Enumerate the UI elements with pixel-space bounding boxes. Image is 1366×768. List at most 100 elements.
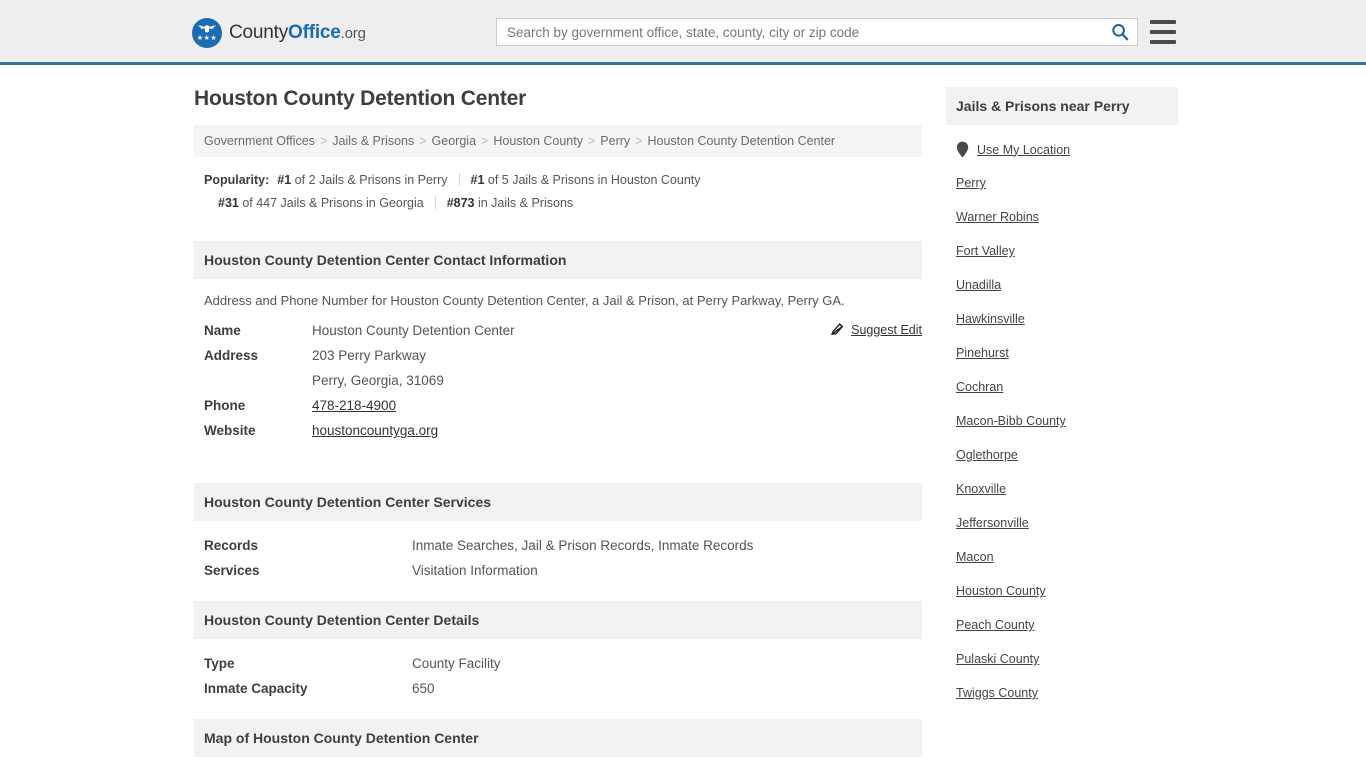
sidebar-link-13[interactable]: Peach County [956,618,1035,632]
breadcrumb-separator: > [319,134,328,148]
sidebar-link-list: Use My Location Perry Warner Robins Fort… [946,125,1178,710]
main-content: Houston County Detention Center Governme… [194,65,922,757]
sidebar-item-jeffersonville[interactable]: Jeffersonville [946,506,1178,540]
sidebar-item-warner-robins[interactable]: Warner Robins [946,200,1178,234]
breadcrumb-separator: > [419,134,427,148]
website-link[interactable]: houstoncountyga.org [312,423,438,438]
sidebar-item-peach-county[interactable]: Peach County [946,608,1178,642]
suggest-edit-link[interactable]: Suggest Edit [830,322,922,337]
contact-section-header: Houston County Detention Center Contact … [194,241,922,279]
map-pin-icon [956,141,969,158]
sidebar-item-unadilla[interactable]: Unadilla [946,268,1178,302]
sidebar-link-5[interactable]: Pinehurst [956,346,1009,360]
contact-value-city-state-zip: Perry, Georgia, 31069 [312,373,444,388]
services-row-records: Records Inmate Searches, Jail & Prison R… [204,533,912,558]
sidebar-link-6[interactable]: Cochran [956,380,1003,394]
hamburger-bar-1 [1150,20,1176,24]
contact-value-street: 203 Perry Parkway [312,348,427,363]
contact-value-name: Houston County Detention Center [312,323,515,338]
page-title: Houston County Detention Center [194,87,527,110]
breadcrumb-separator: > [481,134,489,148]
details-key-type: Type [204,656,235,671]
popularity-rest-3: in Jails & Prisons [474,196,574,210]
eagle-glyph [197,25,217,33]
popularity-divider [458,173,460,186]
sidebar-item-houston-county[interactable]: Houston County [946,574,1178,608]
sidebar-item-pulaski-county[interactable]: Pulaski County [946,642,1178,676]
breadcrumb-separator: > [635,134,643,148]
sidebar-link-2[interactable]: Fort Valley [956,244,1015,258]
breadcrumb-item-current: Houston County Detention Center [647,134,836,148]
services-value-services: Visitation Information [412,563,538,578]
search-input[interactable] [497,19,1103,45]
sidebar-item-use-my-location[interactable]: Use My Location [946,133,1178,166]
popularity-item-2: #31 of 447 Jails & Prisons in Georgia [218,196,424,210]
sidebar-link-15[interactable]: Twiggs County [956,686,1038,700]
contact-row-name: Name Houston County Detention Center [204,318,912,343]
site-header: ★★★ CountyOffice.org [0,0,1366,65]
services-value-records: Inmate Searches, Jail & Prison Records, … [412,538,754,553]
sidebar-item-fort-valley[interactable]: Fort Valley [946,234,1178,268]
brand-wordmark: CountyOffice.org [229,22,366,44]
sidebar-link-10[interactable]: Jeffersonville [956,516,1029,530]
eagle-stars-icon: ★★★ [192,18,222,48]
sidebar-item-knoxville[interactable]: Knoxville [946,472,1178,506]
details-row-capacity: Inmate Capacity 650 [204,676,912,701]
breadcrumb-item-4[interactable]: Perry [600,134,630,148]
sidebar-link-7[interactable]: Macon-Bibb County [956,414,1066,428]
sidebar-item-oglethorpe[interactable]: Oglethorpe [946,438,1178,472]
brand-text-office: Office [288,22,341,43]
site-logo-link[interactable]: ★★★ CountyOffice.org [192,18,366,48]
contact-value-website-wrap: houstoncountyga.org [312,423,438,438]
details-section-header: Houston County Detention Center Details [194,601,922,639]
sidebar-item-twiggs-county[interactable]: Twiggs County [946,676,1178,710]
services-detail-table: Records Inmate Searches, Jail & Prison R… [194,521,922,583]
breadcrumb-item-3[interactable]: Houston County [493,134,583,148]
hamburger-menu-button[interactable] [1150,20,1176,44]
sidebar-link-8[interactable]: Oglethorpe [956,448,1018,462]
services-section-header: Houston County Detention Center Services [194,483,922,521]
contact-key-name: Name [204,323,241,338]
use-my-location-link[interactable]: Use My Location [977,143,1070,157]
sidebar-link-4[interactable]: Hawkinsville [956,312,1025,326]
breadcrumb-item-2[interactable]: Georgia [432,134,476,148]
popularity-line-1: Popularity: #1 of 2 Jails & Prisons in Pe… [204,169,912,192]
sidebar-item-macon[interactable]: Macon [946,540,1178,574]
breadcrumb-item-0[interactable]: Government Offices [204,134,315,148]
sidebar-link-9[interactable]: Knoxville [956,482,1006,496]
popularity-item-1: #1 of 5 Jails & Prisons in Houston Count… [471,173,701,187]
details-row-type: Type County Facility [204,651,912,676]
brand-text-org: .org [340,25,366,42]
breadcrumb-item-1[interactable]: Jails & Prisons [332,134,414,148]
sidebar-link-11[interactable]: Macon [956,550,994,564]
phone-link[interactable]: 478-218-4900 [312,398,396,413]
popularity-line-2: #31 of 447 Jails & Prisons in Georgia #87… [204,192,912,215]
sidebar-link-12[interactable]: Houston County [956,584,1046,598]
map-section-header: Map of Houston County Detention Center [194,719,922,757]
sidebar-item-hawkinsville[interactable]: Hawkinsville [946,302,1178,336]
sidebar-item-perry[interactable]: Perry [946,166,1178,200]
edit-pencil-icon [831,323,844,336]
sidebar-link-1[interactable]: Warner Robins [956,210,1039,224]
logo-stars: ★★★ [196,35,218,42]
services-key-services: Services [204,563,260,578]
sidebar-link-3[interactable]: Unadilla [956,278,1001,292]
popularity-divider [434,196,436,209]
services-key-records: Records [204,538,259,553]
search-icon [1112,24,1129,41]
details-key-capacity: Inmate Capacity [204,681,308,696]
sidebar-link-14[interactable]: Pulaski County [956,652,1039,666]
sidebar-link-0[interactable]: Perry [956,176,986,190]
brand-text-county: County [229,22,289,43]
search-bar[interactable] [496,18,1138,46]
sidebar-item-macon-bibb-county[interactable]: Macon-Bibb County [946,404,1178,438]
popularity-rest-2: of 447 Jails & Prisons in Georgia [238,196,424,210]
contact-key-website: Website [204,423,256,438]
popularity-rank-2: #31 [218,196,239,210]
sidebar-item-cochran[interactable]: Cochran [946,370,1178,404]
sidebar-item-pinehurst[interactable]: Pinehurst [946,336,1178,370]
search-button[interactable] [1103,19,1137,45]
suggest-edit-label: Suggest Edit [851,322,922,337]
popularity-section: Popularity: #1 of 2 Jails & Prisons in Pe… [194,157,922,223]
